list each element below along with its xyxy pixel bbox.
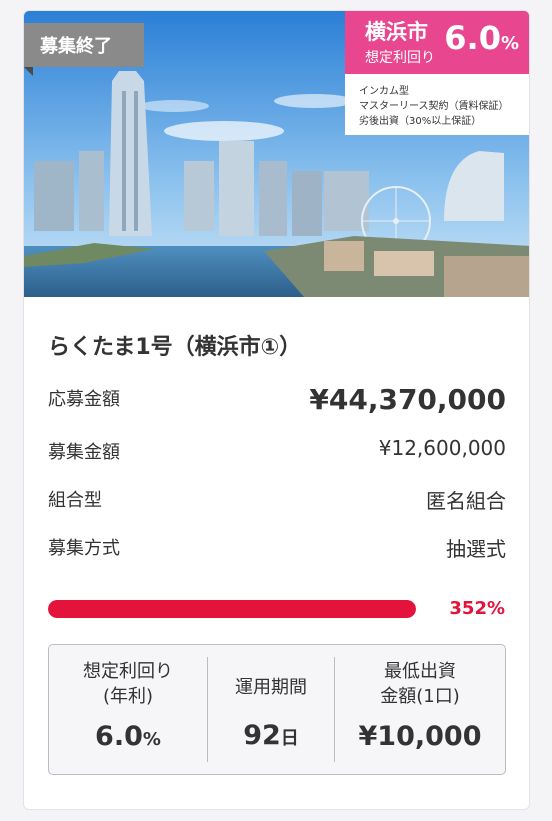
detail-row-type: 組合型 匿名組合 bbox=[48, 485, 506, 515]
detail-label: 組合型 bbox=[48, 490, 102, 511]
fund-title[interactable]: らくたま1号（横浜市①） bbox=[48, 329, 301, 361]
detail-label: 募集金額 bbox=[48, 442, 120, 463]
detail-value: 抽選式 bbox=[446, 537, 506, 561]
stat-heading: 金額(1口) bbox=[380, 686, 460, 707]
yield-value: 6.0% bbox=[444, 19, 519, 57]
progress-fill bbox=[48, 600, 416, 618]
stat-value: 92日 bbox=[243, 720, 299, 751]
detail-value: ¥44,370,000 bbox=[309, 383, 506, 416]
progress-percent: 352% bbox=[449, 598, 505, 619]
feature-item: インカム型 bbox=[359, 86, 409, 97]
yield-box: 横浜市 想定利回り 6.0% インカム型 マスターリース契約（賃料保証） 劣後出… bbox=[345, 11, 529, 135]
city-label: 横浜市 bbox=[365, 20, 428, 44]
progress-bar bbox=[48, 600, 416, 618]
stat-heading: (年利) bbox=[102, 686, 154, 707]
stats-panel: 想定利回り (年利) 6.0% 運用期間 92日 最低出資 金額(1口) ¥10… bbox=[48, 644, 506, 775]
feature-item: マスターリース契約（賃料保証） bbox=[359, 101, 509, 112]
stat-heading: 運用期間 bbox=[235, 677, 307, 698]
detail-value: ¥12,600,000 bbox=[378, 436, 506, 460]
stat-min-investment: 最低出資 金額(1口) ¥10,000 bbox=[335, 645, 505, 774]
yield-header: 横浜市 想定利回り 6.0% bbox=[345, 11, 529, 74]
stat-yield: 想定利回り (年利) 6.0% bbox=[49, 645, 207, 774]
stat-value: 6.0% bbox=[95, 721, 161, 752]
stat-term: 運用期間 92日 bbox=[208, 645, 334, 774]
badge-fold bbox=[24, 67, 33, 76]
status-badge: 募集終了 bbox=[24, 23, 144, 67]
stat-heading: 想定利回り bbox=[83, 661, 173, 682]
detail-label: 募集方式 bbox=[48, 538, 120, 559]
status-text: 募集終了 bbox=[40, 36, 112, 57]
feature-item: 劣後出資（30%以上保証） bbox=[359, 116, 482, 127]
stat-heading: 最低出資 bbox=[384, 661, 456, 682]
yield-label: 想定利回り bbox=[365, 50, 435, 66]
detail-row-applied: 応募金額 ¥44,370,000 bbox=[48, 383, 506, 416]
detail-label: 応募金額 bbox=[48, 389, 120, 410]
fund-card[interactable]: 募集終了 横浜市 想定利回り 6.0% インカム型 マスターリース契約（賃料保証… bbox=[23, 10, 530, 810]
detail-row-target: 募集金額 ¥12,600,000 bbox=[48, 436, 506, 466]
detail-row-method: 募集方式 抽選式 bbox=[48, 533, 506, 563]
feature-list: インカム型 マスターリース契約（賃料保証） 劣後出資（30%以上保証） bbox=[345, 74, 529, 135]
stat-value: ¥10,000 bbox=[358, 721, 482, 752]
detail-value: 匿名組合 bbox=[426, 489, 506, 513]
